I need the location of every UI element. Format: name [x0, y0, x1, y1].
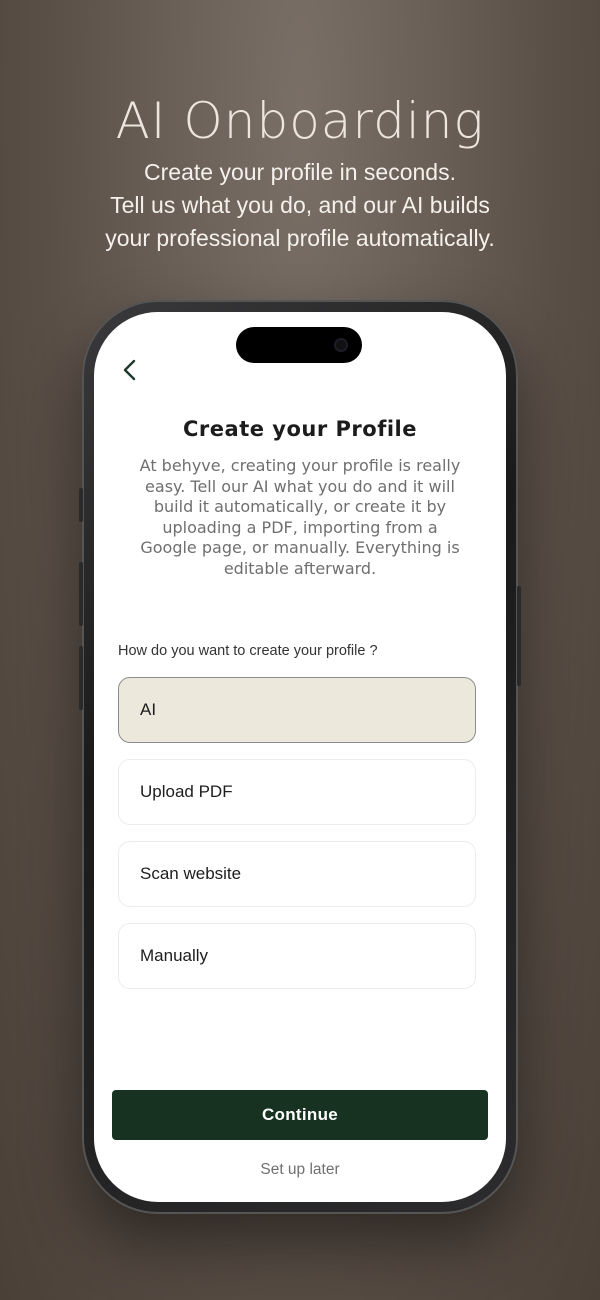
hero-subtitle-line: your professional profile automatically.	[105, 225, 495, 251]
camera-icon	[334, 338, 348, 352]
chevron-left-icon[interactable]	[116, 356, 144, 384]
page-description: At behyve, creating your profile is real…	[139, 456, 461, 578]
dynamic-island	[236, 327, 362, 363]
set-up-later-link[interactable]: Set up later	[94, 1161, 506, 1179]
option-label: Upload PDF	[140, 782, 233, 801]
continue-button[interactable]: Continue	[112, 1090, 488, 1140]
hero-subtitle: Create your profile in seconds. Tell us …	[40, 156, 560, 255]
hero-subtitle-line: Tell us what you do, and our AI builds	[110, 192, 490, 218]
question-label: How do you want to create your profile ?	[118, 643, 378, 659]
option-ai[interactable]: AI	[118, 677, 476, 743]
app-screen: Create your Profile At behyve, creating …	[94, 312, 506, 1202]
option-manually[interactable]: Manually	[118, 923, 476, 989]
volume-up-button	[79, 562, 83, 626]
option-upload-pdf[interactable]: Upload PDF	[118, 759, 476, 825]
option-label: Scan website	[140, 864, 242, 883]
power-button	[517, 586, 521, 686]
volume-down-button	[79, 646, 83, 710]
action-button	[79, 488, 83, 522]
page-title: Create your Profile	[183, 417, 417, 441]
option-label: AI	[140, 700, 157, 719]
hero-title: AI Onboarding	[115, 92, 485, 150]
option-scan-website[interactable]: Scan website	[118, 841, 476, 907]
phone-frame: Create your Profile At behyve, creating …	[79, 300, 521, 1214]
option-label: Manually	[140, 946, 209, 965]
hero-subtitle-line: Create your profile in seconds.	[144, 159, 456, 185]
